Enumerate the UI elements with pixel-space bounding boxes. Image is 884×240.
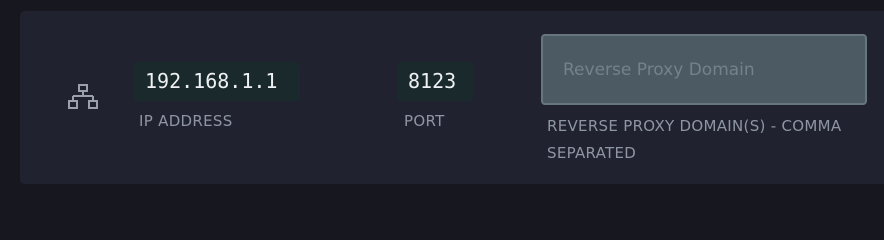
port-value: 8123 [397,62,473,101]
ip-address-label: IP ADDRESS [139,112,233,130]
network-icon [68,84,98,109]
ip-address-value: 192.168.1.1 [134,62,300,101]
reverse-proxy-input[interactable] [541,34,867,105]
reverse-proxy-label: REVERSE PROXY DOMAIN(S) - COMMA SEPARATE… [547,117,842,162]
port-label: PORT [404,112,445,130]
